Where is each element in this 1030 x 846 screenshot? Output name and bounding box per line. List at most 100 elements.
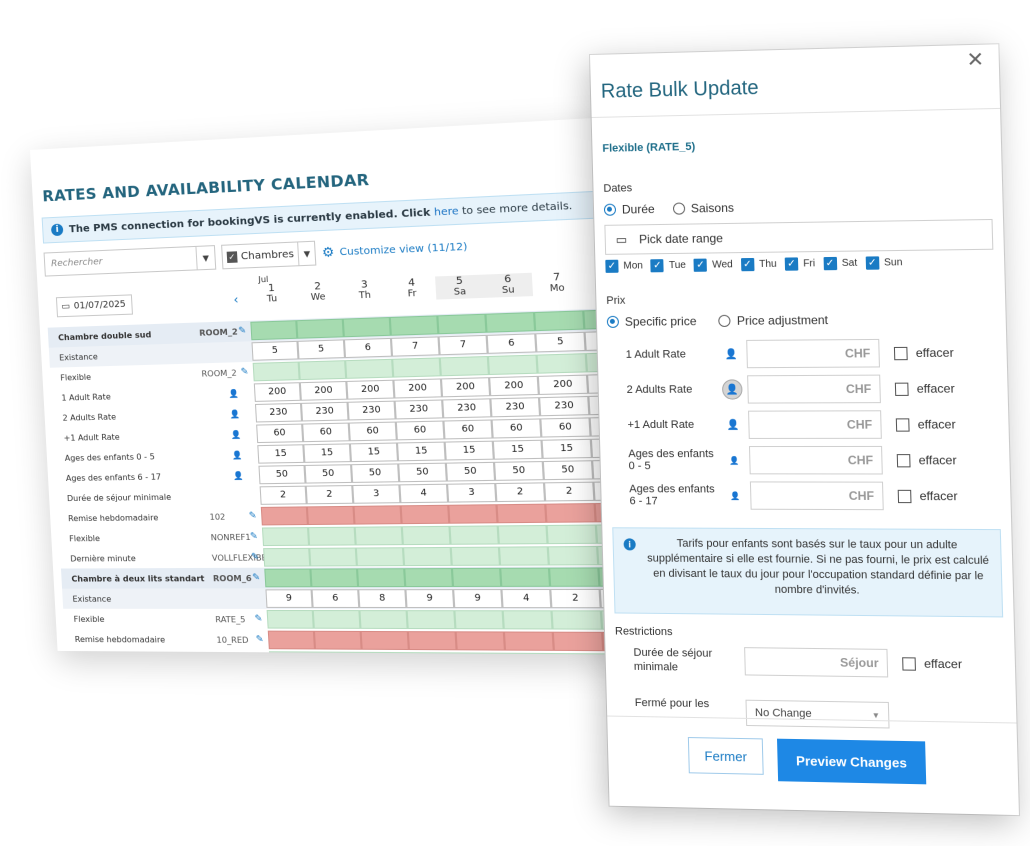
calendar-cell[interactable] bbox=[439, 355, 489, 377]
calendar-cell[interactable] bbox=[361, 651, 411, 655]
calendar-cell[interactable]: 230 bbox=[442, 398, 492, 419]
calendar-cell[interactable]: 7 bbox=[390, 336, 440, 357]
calendar-cell[interactable] bbox=[250, 320, 298, 341]
chevron-down-icon[interactable]: ▼ bbox=[195, 246, 216, 270]
calendar-cell[interactable] bbox=[260, 506, 308, 526]
calendar-cell[interactable] bbox=[306, 505, 355, 526]
clear-checkbox[interactable]: effacer bbox=[894, 381, 955, 396]
price-input[interactable]: CHF bbox=[748, 410, 882, 439]
calendar-cell[interactable] bbox=[402, 546, 452, 567]
weekday-tue[interactable]: ✓ Tue bbox=[650, 259, 686, 273]
calendar-cell[interactable] bbox=[312, 610, 361, 629]
calendar-cell[interactable]: 3 bbox=[447, 483, 497, 503]
search-input[interactable]: Rechercher ▼ bbox=[43, 245, 217, 277]
calendar-cell[interactable]: 5 bbox=[251, 340, 299, 361]
calendar-cell[interactable] bbox=[448, 504, 498, 524]
calendar-cell[interactable]: 60 bbox=[395, 420, 445, 441]
calendar-cell[interactable]: 50 bbox=[351, 463, 400, 483]
calendar-cell[interactable] bbox=[264, 568, 312, 588]
radio-duree[interactable]: Durée bbox=[603, 202, 655, 217]
calendar-cell[interactable]: 50 bbox=[398, 462, 447, 483]
calendar-cell[interactable]: 15 bbox=[492, 439, 543, 460]
calendar-cell[interactable]: 200 bbox=[537, 374, 589, 396]
calendar-cell[interactable]: 60 bbox=[256, 423, 304, 444]
close-button[interactable]: Fermer bbox=[687, 737, 764, 775]
chevron-down-icon[interactable]: ▼ bbox=[297, 241, 316, 266]
calendar-cell[interactable] bbox=[547, 545, 599, 566]
calendar-cell[interactable]: 200 bbox=[299, 380, 348, 401]
calendar-cell[interactable]: 4 bbox=[399, 483, 449, 504]
edit-icon[interactable]: ✎ bbox=[252, 573, 260, 583]
calendar-cell[interactable] bbox=[401, 525, 451, 546]
radio-saisons[interactable]: Saisons bbox=[672, 201, 734, 216]
edit-icon[interactable]: ✎ bbox=[250, 532, 258, 542]
clear-checkbox[interactable]: effacer bbox=[893, 346, 954, 361]
calendar-cell[interactable]: 8 bbox=[358, 589, 407, 609]
calendar-cell[interactable]: 6 bbox=[486, 333, 537, 354]
calendar-cell[interactable] bbox=[546, 524, 597, 545]
calendar-cell[interactable] bbox=[496, 503, 547, 524]
calendar-cell[interactable]: 15 bbox=[257, 444, 305, 464]
calendar-cell[interactable] bbox=[449, 525, 499, 545]
calendar-cell[interactable] bbox=[407, 631, 457, 651]
calendar-cell[interactable]: 15 bbox=[444, 440, 494, 461]
price-input[interactable]: CHF bbox=[747, 374, 881, 404]
calendar-cell[interactable]: 60 bbox=[443, 419, 493, 440]
edit-icon[interactable]: ✎ bbox=[238, 326, 246, 337]
calendar-cell[interactable]: 9 bbox=[265, 589, 313, 608]
calendar-cell[interactable] bbox=[551, 610, 603, 630]
calendar-cell[interactable]: 50 bbox=[542, 460, 594, 481]
weekday-fri[interactable]: ✓ Fri bbox=[784, 257, 816, 271]
calendar-cell[interactable]: 15 bbox=[303, 443, 351, 463]
customize-view-button[interactable]: ⚙ Customize view (11/12) bbox=[322, 239, 468, 261]
calendar-cell[interactable] bbox=[497, 524, 548, 545]
calendar-cell[interactable]: 5 bbox=[535, 331, 586, 353]
calendar-cell[interactable] bbox=[357, 568, 406, 588]
calendar-cell[interactable]: 6 bbox=[343, 337, 393, 359]
radio-price-adjustment[interactable]: Price adjustment bbox=[718, 313, 828, 328]
prev-arrow-icon[interactable]: ‹ bbox=[233, 292, 239, 307]
calendar-cell[interactable] bbox=[252, 361, 300, 382]
clear-checkbox[interactable]: effacer bbox=[896, 453, 957, 467]
calendar-cell[interactable] bbox=[553, 653, 605, 655]
calendar-cell[interactable]: 2 bbox=[305, 485, 354, 505]
calendar-cell[interactable]: 60 bbox=[348, 421, 397, 442]
calendar-cell[interactable] bbox=[267, 630, 315, 650]
clear-checkbox[interactable]: effacer bbox=[897, 489, 958, 503]
calendar-cell[interactable]: 200 bbox=[489, 375, 539, 397]
min-stay-clear[interactable]: effacer bbox=[902, 656, 962, 671]
calendar-cell[interactable] bbox=[342, 316, 391, 338]
weekday-sat[interactable]: ✓ Sat bbox=[823, 256, 857, 271]
calendar-cell[interactable] bbox=[310, 568, 359, 588]
calendar-cell[interactable] bbox=[345, 358, 394, 379]
edit-icon[interactable]: ✎ bbox=[249, 511, 257, 521]
calendar-cell[interactable] bbox=[355, 547, 405, 567]
calendar-cell[interactable]: 200 bbox=[253, 382, 301, 402]
closed-select[interactable]: No Change ▼ bbox=[745, 699, 890, 729]
calendar-cell[interactable] bbox=[406, 610, 456, 630]
calendar-cell[interactable]: 5 bbox=[297, 339, 345, 360]
calendar-cell[interactable] bbox=[536, 353, 587, 374]
calendar-cell[interactable]: 15 bbox=[541, 438, 592, 459]
chambres-filter[interactable]: ✓ Chambres ▼ bbox=[221, 240, 317, 270]
edit-icon[interactable]: ✎ bbox=[240, 367, 248, 377]
calendar-cell[interactable] bbox=[487, 354, 538, 376]
calendar-cell[interactable] bbox=[450, 546, 501, 566]
start-date-field[interactable]: ▭ 01/07/2025 bbox=[55, 294, 133, 318]
edit-icon[interactable]: ✎ bbox=[251, 552, 259, 562]
min-stay-input[interactable]: Séjour bbox=[744, 647, 889, 678]
calendar-cell[interactable]: 50 bbox=[304, 464, 353, 484]
info-link[interactable]: here bbox=[434, 205, 459, 218]
calendar-cell[interactable]: 200 bbox=[440, 377, 491, 398]
close-icon[interactable]: ✕ bbox=[966, 47, 984, 73]
calendar-cell[interactable]: 230 bbox=[300, 401, 349, 422]
calendar-cell[interactable] bbox=[534, 310, 585, 332]
calendar-cell[interactable]: 230 bbox=[539, 395, 590, 417]
calendar-cell[interactable] bbox=[505, 652, 556, 655]
edit-icon[interactable]: ✎ bbox=[256, 635, 264, 645]
calendar-cell[interactable]: 50 bbox=[258, 464, 306, 485]
calendar-cell[interactable]: 9 bbox=[405, 589, 455, 609]
calendar-cell[interactable]: 9 bbox=[453, 589, 503, 609]
calendar-cell[interactable] bbox=[360, 630, 409, 651]
calendar-cell[interactable]: 60 bbox=[491, 418, 542, 439]
